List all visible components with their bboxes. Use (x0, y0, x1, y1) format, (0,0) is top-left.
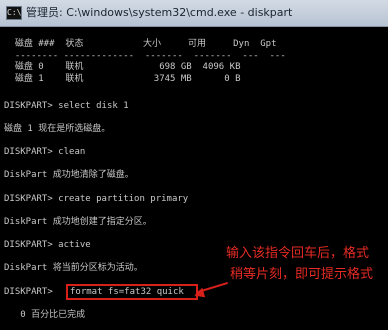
console-output[interactable]: 磁盘 ### 状态 大小 可用 Dyn Gpt -------- -------… (0, 27, 388, 330)
progress-text: 0 百分比已完成 (4, 310, 86, 320)
command-output: DiskPart 成功地创建了指定分区。 (4, 217, 152, 227)
command-line: DISKPART> create partition primary (4, 194, 189, 204)
title-bar[interactable]: C:\ 管理员: C:\windows\system32\cmd.exe - d… (0, 0, 388, 27)
command-output: DiskPart 成功地清除了磁盘。 (4, 170, 134, 180)
command-line: DISKPART> active (4, 240, 91, 250)
annotation-line-1: 输入该指令回车后，格式 (226, 246, 370, 261)
command-line: DISKPART> select disk 1 (4, 101, 129, 111)
disk-table-header: 磁盘 ### 状态 大小 可用 Dyn Gpt (4, 39, 277, 49)
prompt: DISKPART> (4, 287, 53, 297)
annotation-line-2: 稍等片刻，即可提示格式 (230, 267, 374, 282)
window-title: 管理员: C:\windows\system32\cmd.exe - diskp… (26, 6, 293, 19)
disk-row-0: 磁盘 0 联机 698 GB 4096 KB (4, 62, 241, 72)
command-line: DISKPART> clean (4, 147, 86, 157)
command-output: 磁盘 1 现在是所选磁盘。 (4, 124, 111, 134)
command-highlight-box (66, 284, 198, 300)
disk-row-1: 磁盘 1 联机 3745 MB 0 B (4, 74, 241, 84)
cmd-icon: C:\ (6, 6, 22, 20)
command-output: DiskPart 将当前分区标为活动。 (4, 263, 143, 273)
